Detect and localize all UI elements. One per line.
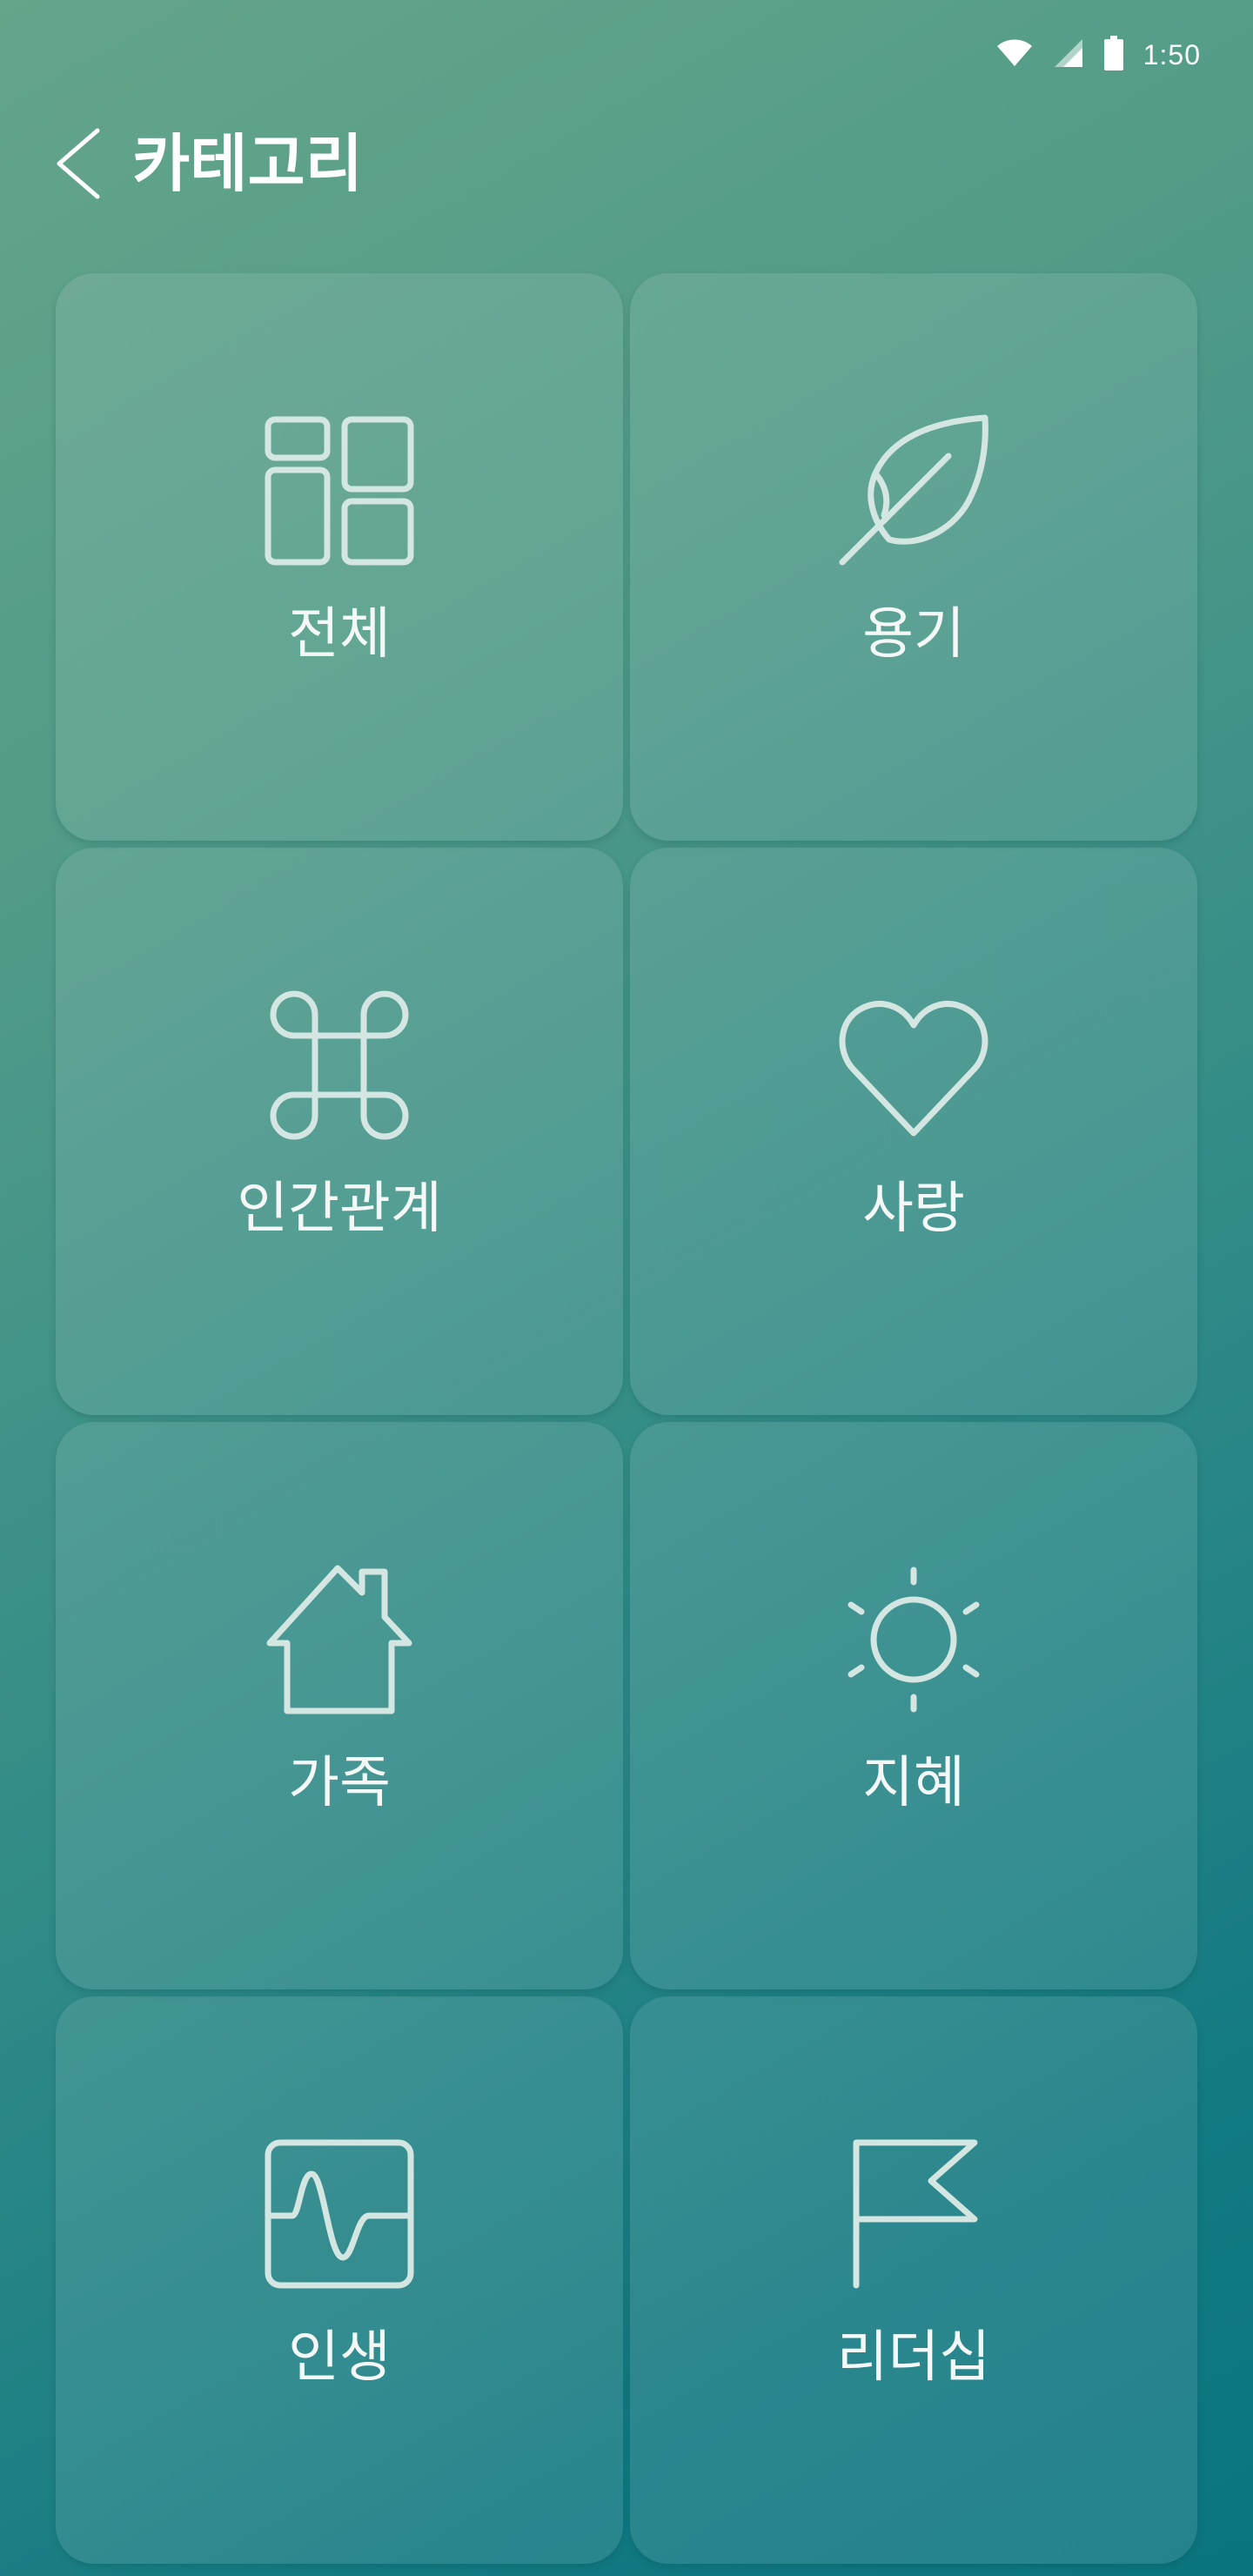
house-icon (261, 1561, 418, 1718)
category-tile-life[interactable]: 인생 (56, 1996, 623, 2564)
category-tile-courage[interactable]: 용기 (630, 273, 1197, 841)
feather-icon (835, 413, 992, 569)
battery-icon (1103, 36, 1124, 74)
category-label: 인생 (288, 2325, 391, 2390)
pulse-chart-icon (261, 2136, 418, 2292)
category-label: 용기 (862, 602, 965, 667)
page-title: 카테고리 (132, 127, 363, 200)
grid-layout-icon (261, 413, 418, 569)
status-bar: 1:50 (0, 0, 1253, 104)
category-label: 사랑 (862, 1177, 965, 1241)
category-tile-all[interactable]: 전체 (56, 273, 623, 841)
category-tile-wisdom[interactable]: 지혜 (630, 1422, 1197, 1989)
back-button[interactable] (44, 124, 113, 207)
wifi-icon (995, 38, 1034, 71)
app-header: 카테고리 (0, 104, 1253, 218)
category-tile-leadership[interactable]: 리더십 (630, 1996, 1197, 2564)
heart-icon (835, 987, 992, 1144)
category-grid: 전체 용기 인간관계 사랑 가족 지혜 인생 리더십 (56, 273, 1197, 2564)
category-tile-love[interactable]: 사랑 (630, 848, 1197, 1415)
sun-icon (835, 1561, 992, 1718)
command-icon (261, 987, 418, 1144)
cellular-signal-icon (1053, 37, 1084, 72)
status-icons: 1:50 (995, 35, 1201, 75)
category-tile-family[interactable]: 가족 (56, 1422, 623, 1989)
category-label: 전체 (288, 602, 391, 667)
category-tile-relationships[interactable]: 인간관계 (56, 848, 623, 1415)
category-label: 가족 (288, 1751, 391, 1815)
category-label: 리더십 (836, 2325, 991, 2390)
status-time: 1:50 (1142, 38, 1201, 70)
category-label: 인간관계 (237, 1177, 442, 1241)
flag-icon (835, 2136, 992, 2292)
chevron-left-icon (52, 127, 104, 204)
category-label: 지혜 (862, 1751, 965, 1815)
